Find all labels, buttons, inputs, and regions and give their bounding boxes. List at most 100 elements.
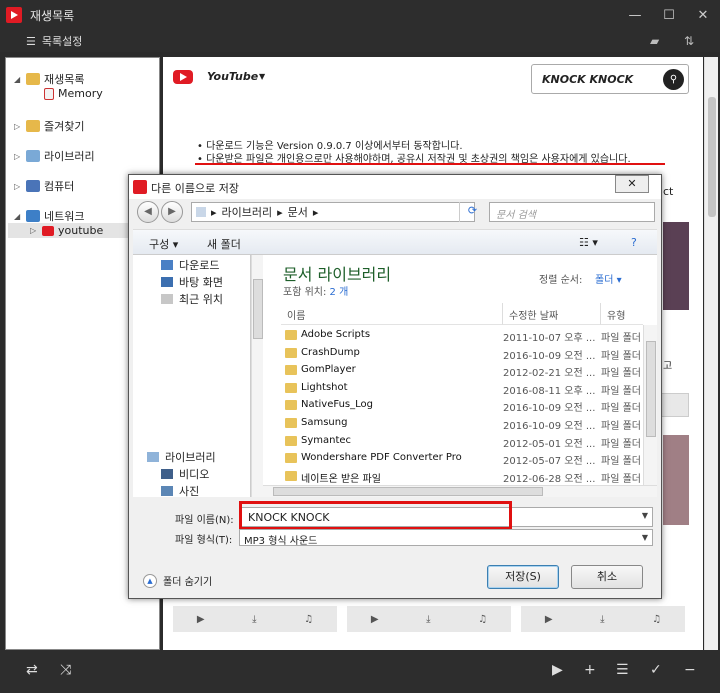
file-row[interactable]: CrashDump 2016-10-09 오전 ... 파일 폴더 [263,345,643,362]
file-row[interactable]: Adobe Scripts 2011-10-07 오후 ... 파일 폴더 [263,327,643,344]
include-locations[interactable]: 포함 위치: 2 개 [283,283,348,298]
file-row[interactable]: 네이트온 받은 파일 2012-06-28 오전 ... 파일 폴더 [263,468,643,485]
window-controls: — ☐ ✕ [618,0,720,30]
tree-item-playlist[interactable]: ◢ 재생목록 [14,71,84,87]
column-header-date[interactable]: 수정한 날짜 [503,303,601,325]
nav-item-videos[interactable]: 비디오 [161,466,209,482]
download-icon[interactable]: ⤓ [426,614,430,625]
nav-item-recent[interactable]: 최근 위치 [161,291,223,307]
chevron-right-icon[interactable]: ▸ [277,206,283,219]
nav-item-downloads[interactable]: 다운로드 [161,257,219,273]
file-row[interactable]: Wondershare PDF Converter Pro 2012-05-07 … [263,450,643,467]
column-header-type[interactable]: 유형 [601,303,643,325]
remove-icon[interactable]: − [684,662,696,678]
video-thumbnail[interactable] [663,222,689,310]
file-type: 파일 폴더 [601,350,641,362]
collapse-arrow-icon[interactable]: ▷ [30,226,38,235]
sort-icon[interactable]: ⇅ [684,34,694,48]
download-icon[interactable]: ⤓ [600,614,604,625]
headphones-icon[interactable]: ♫ [304,614,313,625]
video-thumbnail[interactable] [663,435,689,525]
scroll-thumb[interactable] [646,341,656,437]
file-name: NativeFus_Log [301,399,373,411]
nav-scrollbar[interactable] [251,255,263,497]
youtube-icon [42,225,54,236]
file-type: 파일 폴더 [601,368,641,380]
play-icon[interactable]: ▶ [552,662,563,678]
headphones-icon[interactable]: ♫ [652,614,661,625]
expand-arrow-icon[interactable]: ◢ [14,212,22,221]
nav-item-libraries[interactable]: 라이브러리 [147,449,216,465]
chevron-down-icon[interactable]: ▼ [642,533,648,542]
tree-item-network[interactable]: ◢ 네트워크 [14,208,84,224]
tree-item-computer[interactable]: ▷ 컴퓨터 [14,178,74,194]
minimize-icon[interactable]: — [618,0,652,30]
help-icon[interactable]: ? [631,236,637,249]
file-row[interactable]: Lightshot 2016-08-11 오후 ... 파일 폴더 [263,380,643,397]
column-header-name[interactable]: 이름 [281,303,503,325]
file-row[interactable]: NativeFus_Log 2016-10-09 오전 ... 파일 폴더 [263,397,643,414]
breadcrumb-item[interactable]: 문서 [288,204,308,220]
forward-icon[interactable]: ▶ [161,201,183,223]
service-name[interactable]: YouTube [207,70,258,83]
scroll-thumb[interactable] [708,97,716,217]
dialog-search-input[interactable]: 문서 검색 [489,202,655,222]
tree-item-library[interactable]: ▷ 라이브러리 [14,148,95,164]
close-icon[interactable]: ✕ [615,175,649,193]
nav-item-desktop[interactable]: 바탕 화면 [161,274,223,290]
organize-button[interactable]: 구성 ▾ [149,236,178,252]
include-count[interactable]: 2 개 [330,287,349,298]
maximize-icon[interactable]: ☐ [652,0,686,30]
filetype-select[interactable]: MP3 형식 사운드 ▼ [239,529,653,547]
file-date: 2016-10-09 오전 ... [503,403,596,415]
close-icon[interactable]: ✕ [686,0,720,30]
file-row[interactable]: Samsung 2016-10-09 오전 ... 파일 폴더 [263,415,643,432]
view-options-icon[interactable]: ☷ ▾ [579,236,598,249]
headphones-icon[interactable]: ♫ [478,614,487,625]
scroll-thumb[interactable] [253,279,263,339]
play-icon[interactable]: ▶ [545,614,553,625]
file-list-scrollbar[interactable] [643,325,657,485]
file-list-hscrollbar[interactable] [263,485,657,497]
chevron-down-icon[interactable]: ▼ [642,511,648,520]
scroll-thumb[interactable] [273,487,543,496]
collapse-arrow-icon[interactable]: ▷ [14,152,22,161]
partial-text: 고 [663,361,673,372]
hide-folders-toggle[interactable]: ▲ 폴더 숨기기 [143,573,212,588]
file-row[interactable]: Symantec 2012-05-01 오전 ... 파일 폴더 [263,433,643,450]
list-settings-button[interactable]: ☰ 목록설정 [26,33,82,49]
chevron-right-icon[interactable]: ▸ [313,206,319,219]
new-folder-button[interactable]: 새 폴더 [207,236,241,252]
video-card-bar [661,393,689,417]
shuffle-icon[interactable]: ⤨ [60,662,71,678]
play-icon[interactable]: ▶ [197,614,205,625]
breadcrumb[interactable]: ▸ 라이브러리 ▸ 문서 ▸ [191,202,475,222]
chevron-right-icon[interactable]: ▸ [211,206,217,219]
collapse-arrow-icon[interactable]: ▷ [14,182,22,191]
download-icon[interactable]: ⤓ [252,614,256,625]
sort-dropdown[interactable]: 폴더 ▾ [595,271,622,286]
tree-item-favorites[interactable]: ▷ 즐겨찾기 [14,118,84,134]
folder-icon[interactable]: ▰ [650,34,659,48]
repeat-icon[interactable]: ⇄ [26,662,38,678]
save-button[interactable]: 저장(S) [487,565,559,589]
search-icon[interactable]: ⚲ [663,69,684,90]
check-icon[interactable]: ✓ [650,662,662,678]
expand-arrow-icon[interactable]: ◢ [14,75,22,84]
cancel-button[interactable]: 취소 [571,565,643,589]
collapse-arrow-icon[interactable]: ▷ [14,122,22,131]
tree-item-youtube[interactable]: ▷ youtube [8,223,128,238]
nav-item-pictures[interactable]: 사진 [161,483,199,499]
search-input[interactable]: KNOCK KNOCK [542,73,633,86]
play-icon[interactable]: ▶ [371,614,379,625]
refresh-icon[interactable]: ⟳ [459,202,485,222]
desktop-icon [161,277,173,287]
list-icon[interactable]: ☰ [616,662,629,678]
file-row[interactable]: GomPlayer 2012-02-21 오전 ... 파일 폴더 [263,362,643,379]
back-icon[interactable]: ◀ [137,201,159,223]
chevron-down-icon[interactable]: ▼ [259,72,265,81]
content-scrollbar[interactable] [704,57,718,650]
tree-item-memory[interactable]: Memory [44,87,103,100]
breadcrumb-item[interactable]: 라이브러리 [222,204,273,220]
add-icon[interactable]: + [584,662,596,678]
